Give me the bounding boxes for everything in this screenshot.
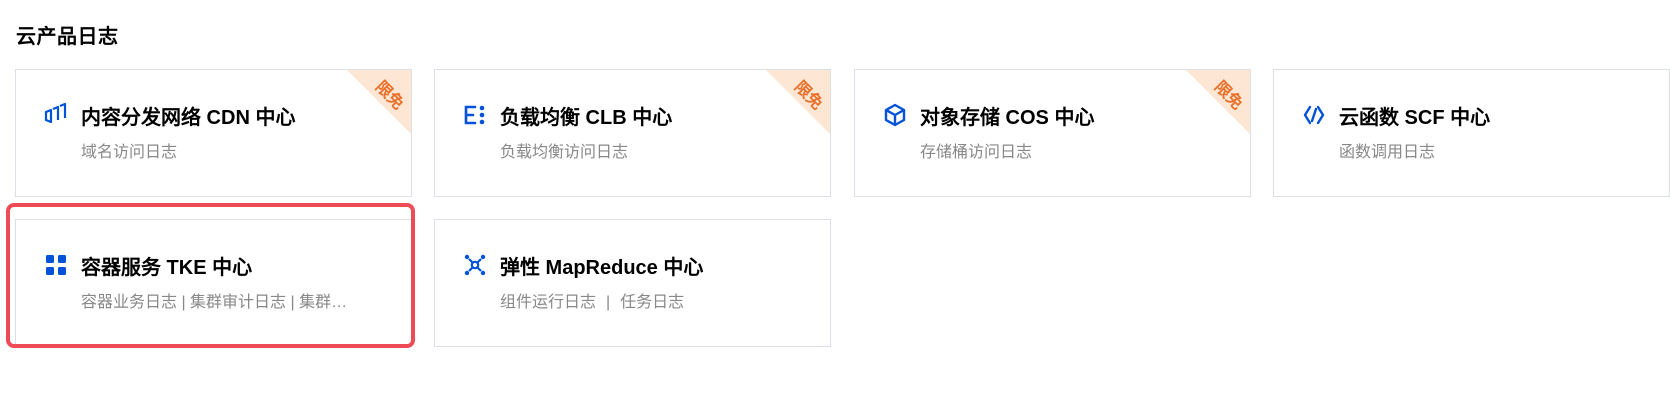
card-desc: 函数调用日志 bbox=[1339, 144, 1436, 161]
free-badge: 限免 bbox=[347, 70, 411, 134]
card-clb[interactable]: 负载均衡 CLB 中心 负载均衡访问日志 限免 bbox=[434, 69, 831, 197]
scf-icon bbox=[1302, 103, 1326, 127]
card-tke[interactable]: 容器服务 TKE 中心 容器业务日志 | 集群审计日志 | 集群… bbox=[15, 219, 412, 347]
card-desc: 存储桶访问日志 bbox=[920, 144, 1033, 161]
cos-icon bbox=[883, 103, 907, 127]
clb-icon bbox=[463, 103, 487, 127]
free-badge-label: 限免 bbox=[790, 78, 826, 114]
card-title: 负载均衡 CLB 中心 bbox=[500, 107, 673, 129]
card-title: 弹性 MapReduce 中心 bbox=[500, 257, 704, 279]
desc-item: 任务日志 bbox=[620, 294, 685, 311]
card-cdn[interactable]: 内容分发网络 CDN 中心 域名访问日志 限免 bbox=[15, 69, 412, 197]
card-title: 对象存储 COS 中心 bbox=[920, 107, 1095, 129]
card-desc: 负载均衡访问日志 bbox=[500, 144, 629, 161]
tke-icon bbox=[44, 253, 68, 277]
desc-item: 组件运行日志 bbox=[500, 294, 597, 311]
section-title: 云产品日志 bbox=[16, 26, 119, 48]
free-badge: 限免 bbox=[1186, 70, 1250, 134]
card-desc: 域名访问日志 bbox=[81, 144, 178, 161]
free-badge-label: 限免 bbox=[371, 78, 407, 114]
desc-separator: | bbox=[606, 294, 611, 311]
card-title: 容器服务 TKE 中心 bbox=[81, 257, 253, 279]
cdn-icon bbox=[44, 103, 68, 127]
card-desc: 组件运行日志 | 任务日志 bbox=[500, 288, 684, 312]
card-scf[interactable]: 云函数 SCF 中心 函数调用日志 bbox=[1273, 69, 1670, 197]
free-badge: 限免 bbox=[766, 70, 830, 134]
free-badge-label: 限免 bbox=[1210, 78, 1246, 114]
card-desc: 容器业务日志 | 集群审计日志 | 集群… bbox=[81, 294, 348, 311]
card-title: 云函数 SCF 中心 bbox=[1339, 107, 1491, 129]
card-emr[interactable]: 弹性 MapReduce 中心 组件运行日志 | 任务日志 bbox=[434, 219, 831, 347]
card-title: 内容分发网络 CDN 中心 bbox=[81, 107, 296, 129]
card-cos[interactable]: 对象存储 COS 中心 存储桶访问日志 限免 bbox=[854, 69, 1251, 197]
emr-icon bbox=[463, 253, 487, 277]
